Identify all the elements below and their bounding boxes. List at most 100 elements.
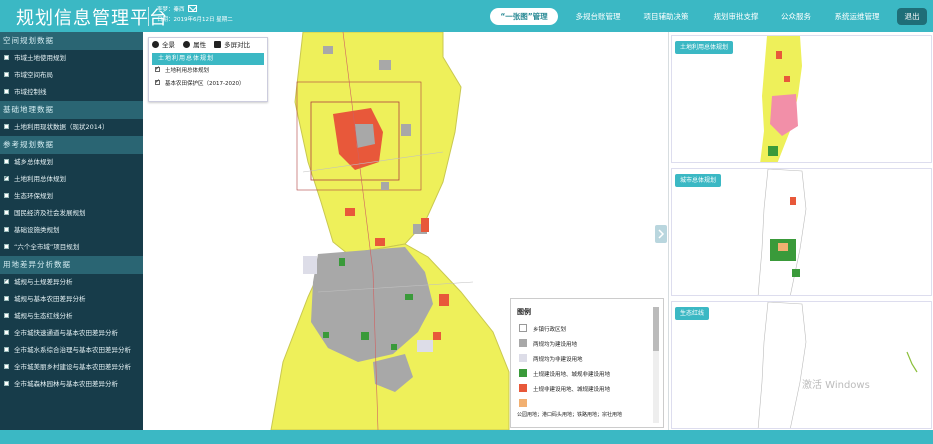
legend-swatch — [519, 399, 527, 407]
sidebar-item-land-use-overall[interactable]: 土地利用总体规划 — [0, 171, 143, 188]
attribute-tool[interactable]: 属性 — [183, 41, 206, 49]
compare-panel-city-plan[interactable]: 城市总体规划 — [671, 168, 932, 296]
sidebar-item-eco-plan[interactable]: 生态环保规划 — [0, 188, 143, 205]
checkbox[interactable] — [4, 347, 9, 352]
map-diff-green — [339, 258, 345, 266]
checkbox[interactable] — [4, 55, 9, 60]
map-nonbuild — [417, 340, 433, 352]
sidebar-item-diff-2[interactable]: 城规与基本农田差异分析 — [0, 291, 143, 308]
header-divider — [148, 7, 149, 26]
sidebar-item-diff-4[interactable]: 全市城快速通道与基本农田差异分析 — [0, 325, 143, 342]
nav-ledger-management[interactable]: 多规台账管理 — [566, 8, 630, 25]
checkbox[interactable] — [4, 227, 9, 232]
checkbox[interactable] — [4, 244, 9, 249]
map-diff-red — [375, 238, 385, 246]
map-block — [401, 124, 411, 136]
compare-panel-eco-redline[interactable]: 生态红线 激活 Windows — [671, 301, 932, 429]
legend-row: 乡镇行政区划 — [519, 323, 649, 338]
sidebar-item-six-projects[interactable]: “六个全市域”项目规划 — [0, 239, 143, 256]
map-diff-green — [391, 344, 397, 350]
sidebar-item-land-use-plan[interactable]: 市域土地使用规划 — [0, 50, 143, 67]
section-spatial-planning[interactable]: 空间规划数据 — [0, 32, 143, 50]
sidebar-item-diff-5[interactable]: 全市城水系综合治理与基本农田差异分析 — [0, 342, 143, 359]
compare-panel-label: 生态红线 — [675, 307, 710, 320]
map-view[interactable]: 全景 属性 多屏对比 土地利用总体规划 土地利用总体规划 基本农田保护区（201… — [143, 32, 668, 430]
map-diff-red — [433, 332, 441, 340]
sidebar-item-economy-plan[interactable]: 国民经济及社会发展规划 — [0, 205, 143, 222]
checkbox[interactable] — [4, 313, 9, 318]
checkbox[interactable] — [4, 159, 9, 164]
sidebar-item-diff-3[interactable]: 城规与生态红线分析 — [0, 308, 143, 325]
layer-panel: 全景 属性 多屏对比 土地利用总体规划 土地利用总体规划 基本农田保护区（201… — [148, 37, 268, 102]
nav-system-ops[interactable]: 系统运维管理 — [826, 8, 888, 25]
map-toolbar: 全景 属性 多屏对比 — [149, 38, 267, 52]
map-diff-green — [405, 294, 413, 300]
date-text: 日期：2019年6月12日 星期二 — [157, 17, 233, 23]
layer-panel-title: 土地利用总体规划 — [152, 53, 264, 65]
checkbox-checked[interactable] — [155, 64, 160, 73]
section-land-diff[interactable]: 用地差异分析数据 — [0, 256, 143, 274]
checkbox[interactable] — [4, 193, 9, 198]
sidebar-item-spatial-layout[interactable]: 市域空间布局 — [0, 67, 143, 84]
section-reference-planning[interactable]: 参考规划数据 — [0, 136, 143, 154]
map-diff-red — [421, 218, 429, 232]
checkbox[interactable] — [4, 296, 9, 301]
sidebar-item-diff-6[interactable]: 全市城美丽乡村建设与基本农田差异分析 — [0, 359, 143, 376]
legend-scrollbar[interactable] — [653, 307, 659, 423]
layer-item-farmland[interactable]: 基本农田保护区（2017-2020） — [149, 77, 267, 91]
map-diff-red — [345, 208, 355, 216]
legend-swatch — [519, 369, 527, 377]
chevron-right-icon — [658, 229, 665, 239]
checkbox[interactable] — [4, 89, 9, 94]
scroll-thumb[interactable] — [653, 307, 659, 351]
mail-icon[interactable] — [187, 5, 197, 12]
compare-tool[interactable]: 多屏对比 — [214, 41, 250, 49]
legend-row: 土规非建设用地、城规建设用地 — [519, 383, 649, 398]
sidebar-item-diff-1[interactable]: 城规与土规差异分析 — [0, 274, 143, 291]
sidebar: 空间规划数据 市域土地使用规划 市域空间布局 市域控制线 基础地理数据 土地利用… — [0, 32, 143, 430]
map-block — [323, 46, 333, 54]
checkbox[interactable] — [4, 381, 9, 386]
sidebar-item-land-status[interactable]: 土地利用现状数据（现状2014） — [0, 119, 143, 136]
sidebar-item-diff-7[interactable]: 全市城森林园林与基本农田差异分析 — [0, 376, 143, 393]
compare-panel-land-use[interactable]: 土地利用总体规划 — [671, 35, 932, 163]
user-info: 李梦：秦西 日期：2019年6月12日 星期二 — [157, 5, 233, 25]
checkbox-checked[interactable] — [4, 276, 9, 285]
legend-swatch — [519, 354, 527, 362]
collapse-panel-button[interactable] — [655, 225, 667, 243]
compare-map-land-use — [760, 36, 802, 162]
logout-button[interactable]: 退出 — [897, 8, 927, 25]
map-block — [381, 182, 389, 190]
compare-panel-label: 土地利用总体规划 — [675, 41, 734, 54]
nav-approval-support[interactable]: 规划审批支撑 — [704, 8, 768, 25]
sidebar-item-urban-rural-plan[interactable]: 城乡总体规划 — [0, 154, 143, 171]
sidebar-item-infrastructure[interactable]: 基础设施类规划 — [0, 222, 143, 239]
nav-public-service[interactable]: 公众服务 — [774, 8, 818, 25]
map-diff-gray-north — [355, 124, 375, 148]
map-nonbuild — [303, 256, 317, 274]
grid-icon — [214, 41, 222, 48]
checkbox[interactable] — [4, 330, 9, 335]
app-window: 规划信息管理平台 李梦：秦西 日期：2019年6月12日 星期二 “一张图”管理… — [0, 0, 933, 444]
map-diff-red — [439, 294, 449, 306]
top-header: 规划信息管理平台 李梦：秦西 日期：2019年6月12日 星期二 “一张图”管理… — [0, 0, 933, 32]
compare-panel-label: 城市总体规划 — [675, 174, 722, 187]
checkbox[interactable] — [4, 72, 9, 77]
nav-map-management[interactable]: “一张图”管理 — [490, 8, 558, 25]
nav-project-decision[interactable]: 项目辅助决策 — [636, 8, 696, 25]
section-base-geo[interactable]: 基础地理数据 — [0, 101, 143, 119]
map-legend: 图例 乡镇行政区划 两规均为建设用地 两规均为非建设用地 土规建设用地、城规非建… — [510, 298, 664, 428]
checkbox[interactable] — [4, 124, 9, 129]
checkbox[interactable] — [4, 364, 9, 369]
checkbox[interactable] — [4, 210, 9, 215]
legend-swatch — [519, 339, 527, 347]
app-title: 规划信息管理平台 — [16, 8, 168, 29]
layer-item-land-use[interactable]: 土地利用总体规划 — [149, 64, 267, 78]
checkbox-checked[interactable] — [4, 173, 9, 182]
bottom-bar — [0, 430, 933, 444]
sidebar-item-control-lines[interactable]: 市域控制线 — [0, 84, 143, 101]
checkbox-checked[interactable] — [155, 77, 160, 86]
panorama-tool[interactable]: 全景 — [152, 41, 175, 49]
user-name: 李梦：秦西 — [157, 7, 185, 13]
map-diff-green — [361, 332, 369, 340]
